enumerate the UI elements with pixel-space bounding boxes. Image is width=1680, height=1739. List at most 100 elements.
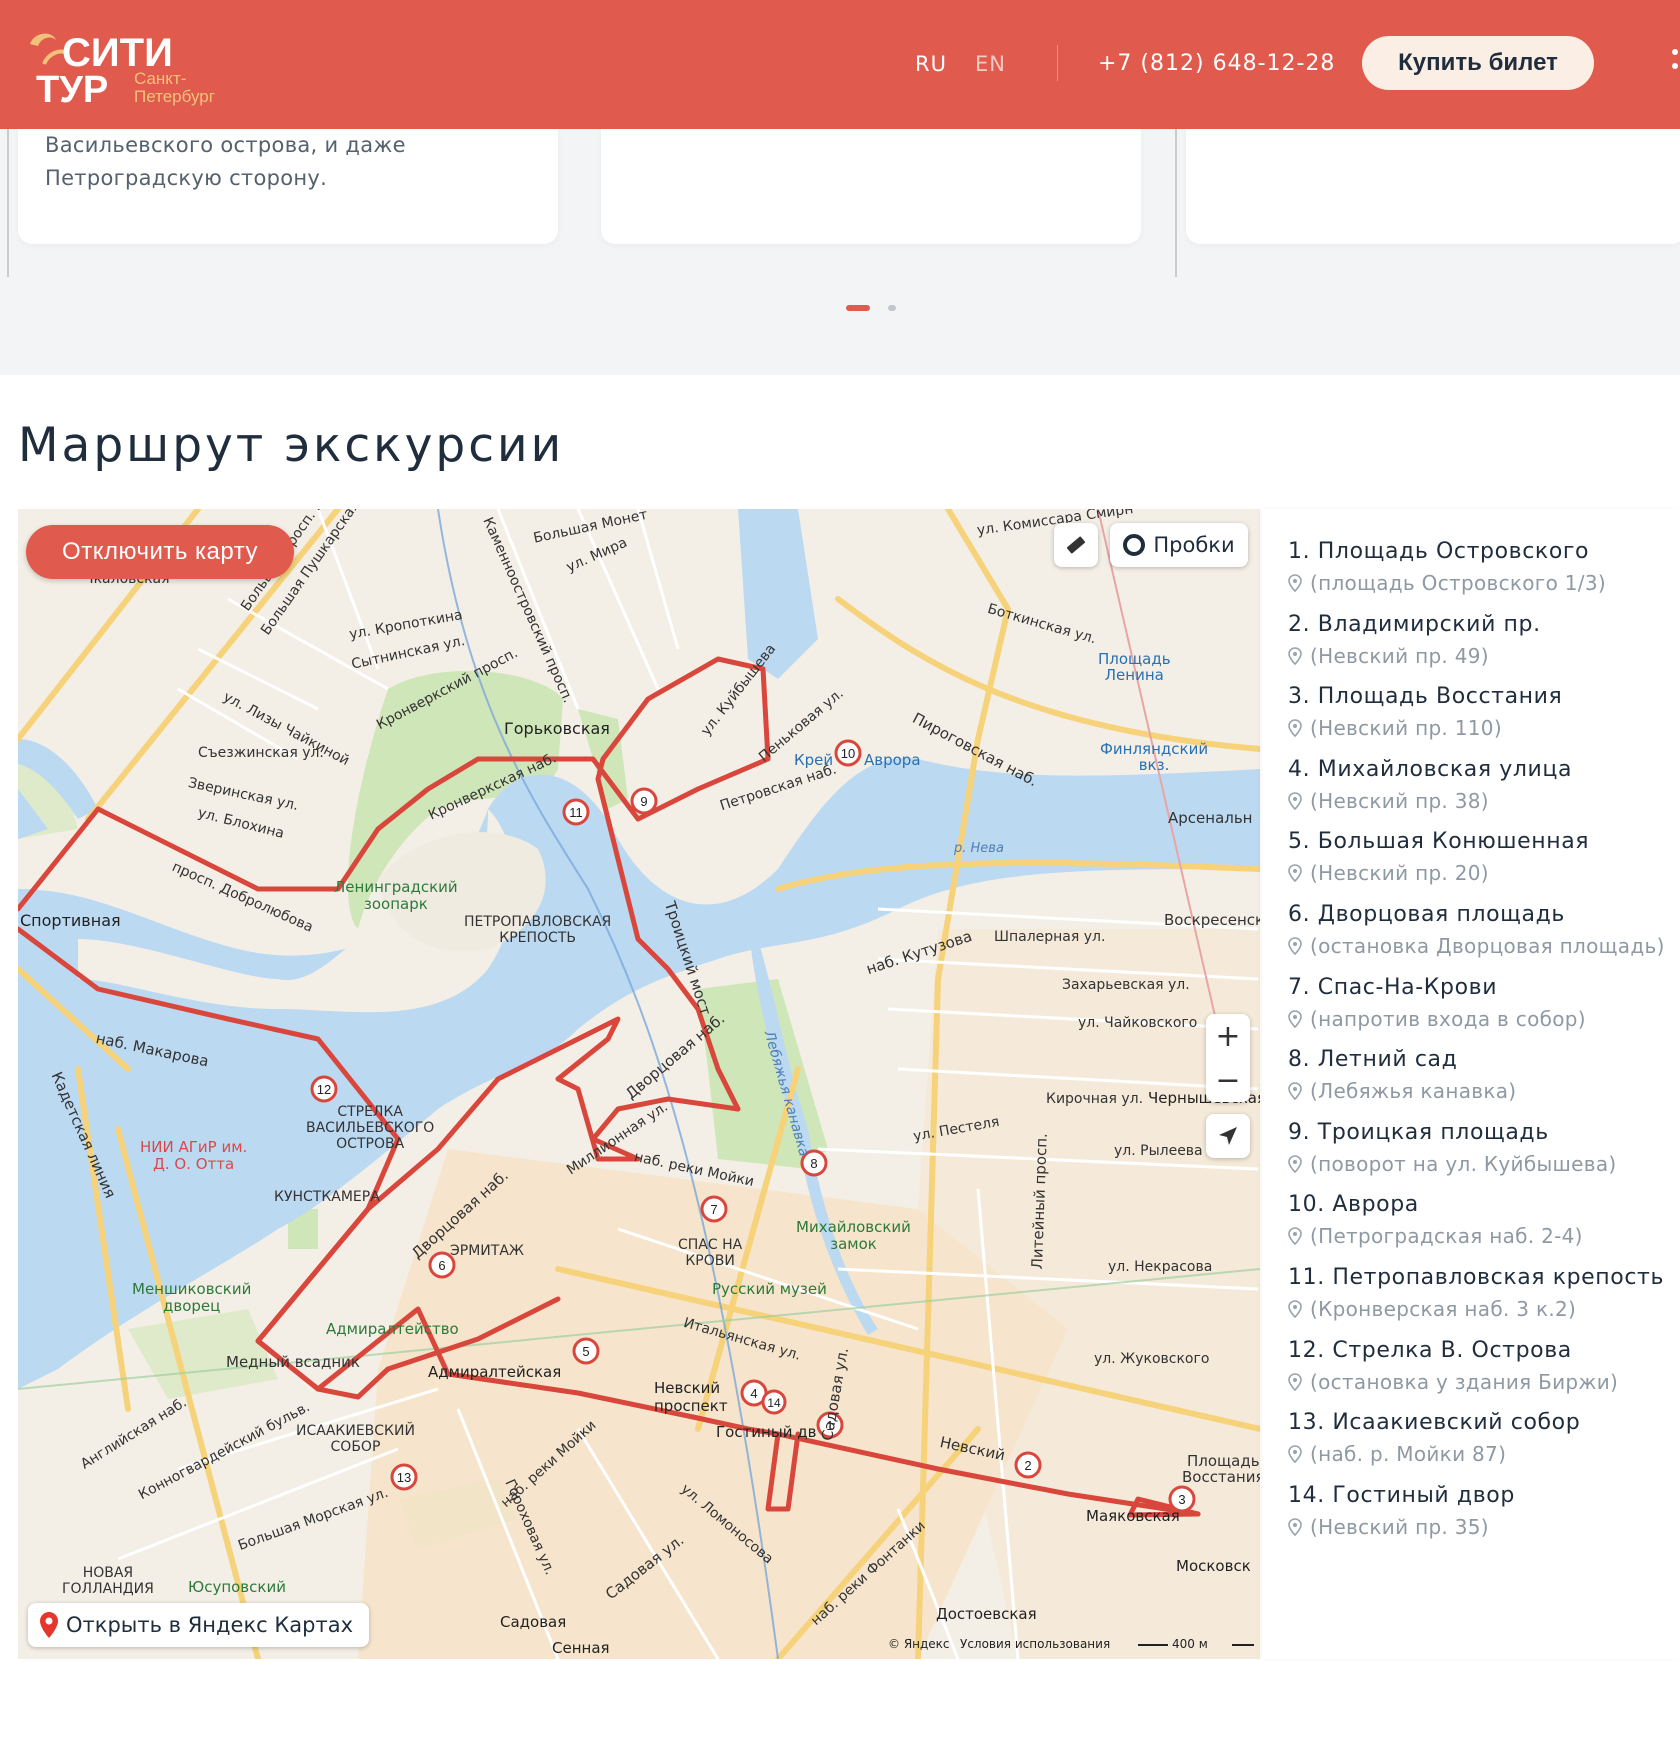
map-label: Горьковская	[504, 719, 610, 738]
location-pin-icon	[1288, 937, 1302, 955]
route-stop-item[interactable]: 5. Большая Конюшенная (Невский пр. 20)	[1288, 829, 1589, 885]
marker-label: 9	[640, 794, 647, 809]
route-stop-item[interactable]: 7. Спас-На-Крови (напротив входа в собор)	[1288, 975, 1586, 1031]
stop-address: (наб. р. Мойки 87)	[1310, 1442, 1507, 1467]
logo-line2: ТУР	[36, 69, 108, 106]
route-stop-item[interactable]: 2. Владимирский пр. (Невский пр. 49)	[1288, 612, 1541, 668]
map-label: ЭРМИТАЖ	[450, 1243, 524, 1259]
disable-map-button[interactable]: Отключить карту	[26, 525, 294, 579]
logo-graphic: СИТИ ТУР Санкт- Петербург	[30, 31, 215, 111]
scale-bar	[1138, 1644, 1254, 1646]
route-stop-item[interactable]: 13. Исаакиевский собор (наб. р. Мойки 87)	[1288, 1410, 1580, 1466]
stop-address: (Невский пр. 110)	[1310, 716, 1502, 741]
route-stop-item[interactable]: 9. Троицкая площадь (поворот на ул. Куйбы…	[1288, 1120, 1617, 1176]
phone-link[interactable]: +7 (812) 648-12-28	[1098, 51, 1335, 76]
route-stop-item[interactable]: 1. Площадь Островского (площадь Островско…	[1288, 539, 1606, 595]
stop-name: 7. Спас-На-Крови	[1288, 974, 1498, 1000]
map-label: Садовая	[500, 1613, 567, 1631]
map-label: ул. Чайковского	[1078, 1015, 1198, 1031]
logo[interactable]: СИТИ ТУР Санкт- Петербург	[22, 24, 252, 111]
route-stops-list: 1. Площадь Островского (площадь Островско…	[1262, 509, 1680, 1659]
route-stop-item[interactable]: 11. Петропавловская крепость (Кронверская…	[1288, 1265, 1664, 1321]
buy-ticket-button[interactable]: Купить билет	[1362, 36, 1594, 90]
map-label: Адмиралтейство	[326, 1320, 459, 1338]
route-stop-item[interactable]: 8. Летний сад (Лебяжья канавка)	[1288, 1047, 1516, 1103]
menu-icon[interactable]	[1672, 46, 1680, 82]
map-label: Меншиковский дворец	[132, 1280, 252, 1315]
lang-en-link[interactable]: EN	[975, 52, 1006, 76]
route-stop-item[interactable]: 14. Гостиный двор (Невский пр. 35)	[1288, 1483, 1515, 1539]
location-pin-icon	[1288, 864, 1302, 883]
marker-label: 6	[438, 1258, 445, 1273]
marker-label: 8	[810, 1156, 817, 1171]
traffic-button[interactable]: Пробки	[1110, 523, 1248, 567]
logo-sub1: Санкт-	[134, 69, 186, 88]
map-label: Кирочная ул.	[1046, 1091, 1144, 1107]
tour-card[interactable]: Васильевского острова, и даже Петроградс…	[18, 129, 558, 244]
route-stop-item[interactable]: 4. Михайловская улица (Невский пр. 38)	[1288, 757, 1572, 813]
traffic-icon	[1123, 534, 1146, 556]
map-label: Русский музей	[712, 1280, 827, 1298]
tour-card[interactable]	[1186, 129, 1680, 244]
route-stop-item[interactable]: 3. Площадь Восстания (Невский пр. 110)	[1288, 684, 1562, 740]
map-label: Михайловский замок	[796, 1218, 911, 1253]
site-header: СИТИ ТУР Санкт- Петербург RU EN +7 (812)…	[0, 0, 1680, 129]
location-pin-icon	[1288, 646, 1302, 665]
location-pin-icon	[1288, 1227, 1302, 1246]
map-label: Арсенальн	[1168, 809, 1253, 827]
map-label: ул. Некрасова	[1108, 1259, 1213, 1275]
map-label: НОВАЯ ГОЛЛАНДИЯ	[62, 1565, 154, 1597]
map-label: Сенная	[552, 1639, 610, 1657]
location-pin-icon	[1288, 1154, 1302, 1173]
map-label: Спортивная	[20, 911, 121, 930]
stop-address: (Петроградская наб. 2-4)	[1310, 1224, 1583, 1249]
map-label: ул. Жуковского	[1094, 1351, 1210, 1367]
carousel-divider	[1175, 129, 1177, 277]
map-label: Ленинградский зоопарк	[334, 878, 458, 913]
map-label: р. Нева	[954, 841, 1004, 856]
carousel-dot[interactable]	[888, 305, 896, 311]
stop-name: 13. Исаакиевский собор	[1288, 1410, 1581, 1436]
stop-name: 6. Дворцовая площадь	[1288, 902, 1565, 927]
map-label: Захарьевская ул.	[1062, 977, 1190, 993]
map-label: Медный всадник	[226, 1353, 360, 1371]
marker-label: 13	[397, 1470, 411, 1485]
stop-address: (Невский пр. 20)	[1310, 861, 1489, 886]
ruler-button[interactable]	[1054, 523, 1098, 567]
stop-address: (площадь Островского 1/3)	[1310, 571, 1606, 595]
route-stop-item[interactable]: 6. Дворцовая площадь (остановка Дворцовая…	[1288, 902, 1665, 958]
route-stop-item[interactable]: 10. Аврора (Петроградская наб. 2-4)	[1288, 1192, 1583, 1248]
map-label: Площадь Ленина	[1098, 650, 1171, 684]
location-pin-icon	[1288, 1300, 1302, 1318]
stop-address: (остановка Дворцовая площадь)	[1310, 934, 1665, 958]
map-terms-link[interactable]: Условия использования	[960, 1637, 1110, 1651]
lang-ru-link[interactable]: RU	[915, 52, 947, 76]
open-yandex-maps-label: Открыть в Яндекс Картах	[66, 1613, 353, 1637]
map-label: Юсуповский	[188, 1578, 286, 1596]
route-map[interactable]: 1 2 3 4 5 6 7 8 9 10 11 12 13 14 Горьков…	[18, 509, 1260, 1659]
stop-name: 11. Петропавловская крепость	[1288, 1265, 1665, 1290]
stop-name: 9. Троицкая площадь	[1288, 1119, 1549, 1145]
geolocate-button[interactable]	[1206, 1114, 1250, 1158]
map-label: ул. Рылеева	[1114, 1143, 1203, 1159]
map-label: Маяковская	[1086, 1507, 1180, 1525]
map-label: Аврора	[864, 751, 921, 769]
map-label: ПЕТРОПАВЛОВСКАЯ КРЕПОСТЬ	[464, 914, 612, 946]
carousel-dot-active[interactable]	[846, 305, 870, 311]
map-copyright: © Яндекс	[888, 1637, 950, 1651]
map-label: Достоевская	[936, 1605, 1037, 1623]
zoom-in-button[interactable]: +	[1206, 1014, 1250, 1058]
location-pin-icon	[1288, 1009, 1302, 1028]
map-label: Финляндский вкз.	[1100, 740, 1209, 774]
open-yandex-maps-button[interactable]: Открыть в Яндекс Картах	[28, 1603, 369, 1647]
stop-name: 1. Площадь Островского	[1288, 539, 1590, 564]
route-stop-item[interactable]: 12. Стрелка В. Острова (остановка у здани…	[1288, 1338, 1618, 1394]
map-label: ИСААКИЕВСКИЙ СОБОР	[296, 1423, 415, 1455]
stop-address: (Кронверская наб. 3 к.2)	[1310, 1297, 1577, 1321]
stop-name: 3. Площадь Восстания	[1288, 684, 1563, 710]
card-text-line: Васильевского острова, и даже	[45, 133, 406, 157]
stop-address: (Невский пр. 49)	[1310, 643, 1489, 668]
location-pin-icon	[1288, 1082, 1302, 1101]
zoom-out-button[interactable]: −	[1206, 1058, 1250, 1102]
tour-card[interactable]	[601, 129, 1141, 244]
